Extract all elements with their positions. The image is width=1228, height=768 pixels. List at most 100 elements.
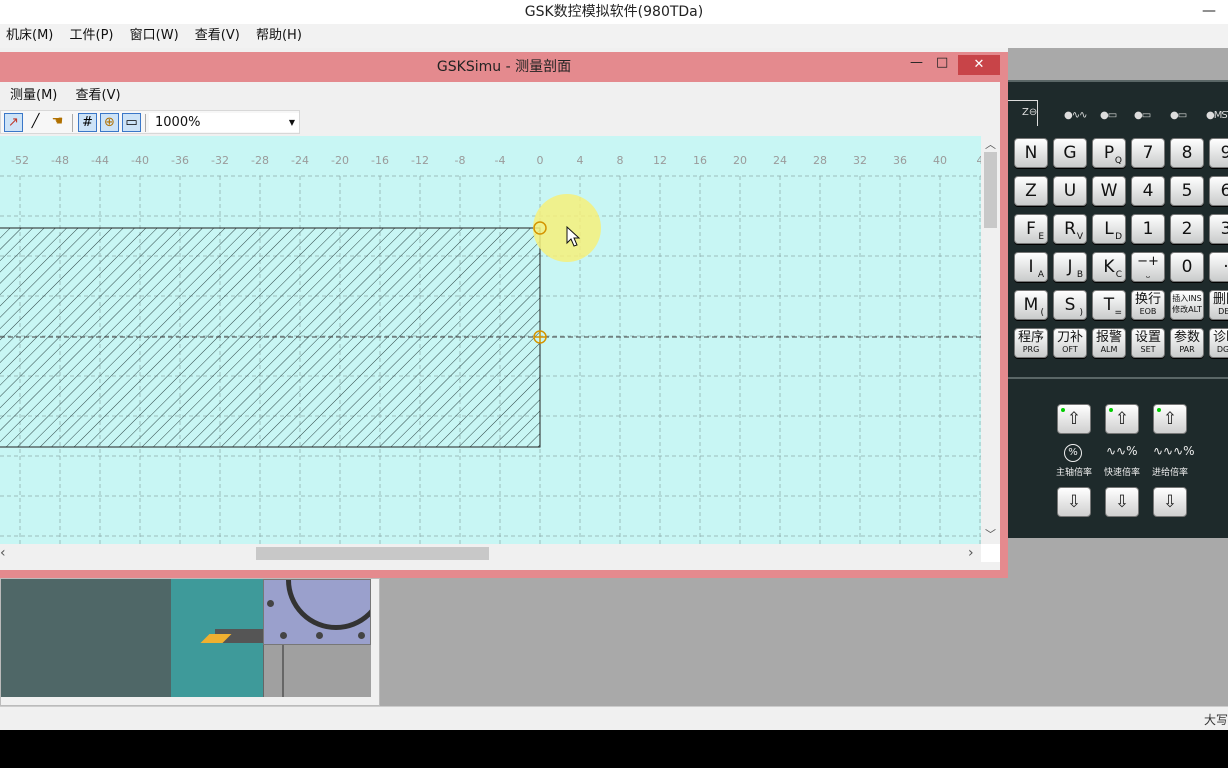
grid-icon[interactable]: # [78,113,97,132]
key-5-2[interactable]: 报警 ALM [1092,328,1126,358]
key-2-3[interactable]: 1 [1131,214,1165,244]
screen-border [0,730,1228,768]
key-sublabel: ) [1079,308,1083,318]
menu-machine[interactable]: 机床(M) [6,24,53,48]
key-0-2[interactable]: PQ [1092,138,1126,168]
hand-icon[interactable]: ☚ [48,113,67,132]
rapid-override-up-button[interactable]: ⇧ [1105,404,1139,434]
key-2-5[interactable]: 3 [1209,214,1228,244]
key-3-0[interactable]: IA [1014,252,1048,282]
caps-status: 大写 [1203,713,1228,727]
ruler-tick-label: -32 [211,154,229,167]
scroll-right-icon[interactable]: › [968,545,974,561]
key-3-3[interactable]: −+ ⎵ [1131,252,1165,282]
feed-override-down-button[interactable]: ⇩ [1153,487,1187,517]
vertical-scroll-thumb[interactable] [984,152,997,228]
key-0-5[interactable]: 9 [1209,138,1228,168]
mst-led-icon: ●MST [1206,110,1228,121]
key-1-3[interactable]: 4 [1131,176,1165,206]
menu-measure[interactable]: 测量(M) [10,85,57,107]
key-4-2[interactable]: T = [1092,290,1126,320]
key-5-0[interactable]: 程序 PRG [1014,328,1048,358]
key-4-3[interactable]: 换行 EOB [1131,290,1165,320]
child-close-button[interactable]: ✕ [958,55,1000,75]
feed-override-up-button[interactable]: ⇧ [1153,404,1187,434]
key-label: 删除 [1212,292,1228,307]
menu-help[interactable]: 帮助(H) [256,24,302,48]
key-3-4[interactable]: 0 [1170,252,1204,282]
menu-view[interactable]: 查看(V) [195,24,240,48]
down-arrow-icon: ⇩ [1162,492,1178,512]
scroll-left-icon[interactable]: ‹ [0,545,6,561]
key-1-4[interactable]: 5 [1170,176,1204,206]
pencil-icon[interactable]: ╱ [26,113,45,132]
profile-canvas[interactable]: -52 -48 -44 -40 -36 -32 -28 -24 -20 -16 -12 -8 -4 0 4 8… [0,136,981,544]
key-0-0[interactable]: N [1014,138,1048,168]
chevron-down-icon[interactable]: ▼ [289,113,295,132]
hatch-icon[interactable]: ▭ [122,113,141,132]
key-label: U [1063,181,1077,201]
key-2-2[interactable]: LD [1092,214,1126,244]
key-sublabel: DEL [1218,307,1228,316]
key-4-1[interactable]: S) [1053,290,1087,320]
chuck-bolt [280,632,287,639]
key-4-5[interactable]: 删除DEL [1209,290,1228,320]
key-1-2[interactable]: W [1092,176,1126,206]
key-3-1[interactable]: JB [1053,252,1087,282]
key-sublabel: A [1037,270,1044,280]
key-4-0[interactable]: M( [1014,290,1048,320]
ruler-tick-label: 4 [577,154,584,167]
rapid-override-down-button[interactable]: ⇩ [1105,487,1139,517]
key-2-4[interactable]: 2 [1170,214,1204,244]
spindle-override-up-button[interactable]: ⇧ [1057,404,1091,434]
spindle-rate-label: 主轴倍率 [1056,468,1093,478]
key-label: 诊断 [1212,330,1228,345]
scroll-down-icon[interactable]: ﹀ [985,526,996,542]
child-titlebar[interactable]: GSKSimu - 测量剖面 [0,52,1008,82]
menu-window[interactable]: 窗口(W) [130,24,179,48]
key-label: P [1103,143,1115,163]
key-label: Z [1025,181,1037,201]
key-label: I [1028,257,1034,277]
key-5-1[interactable]: 刀补 OFT [1053,328,1087,358]
key-0-3[interactable]: 7 [1131,138,1165,168]
spindle-override-down-button[interactable]: ⇩ [1057,487,1091,517]
horizontal-scroll-thumb[interactable] [256,547,489,560]
measure-line-icon[interactable]: ↗ [4,113,23,132]
vertical-scrollbar[interactable]: ︿ ﹀ [981,136,1000,544]
key-2-1[interactable]: RV [1053,214,1087,244]
key-1-0[interactable]: Z [1014,176,1048,206]
key-3-5[interactable]: · [1209,252,1228,282]
key-5-5[interactable]: 诊断DGN [1209,328,1228,358]
key-3-2[interactable]: KC [1092,252,1126,282]
key-0-1[interactable]: G [1053,138,1087,168]
key-sublabel: PRG [1022,345,1040,354]
child-maximize-icon[interactable]: □ [936,55,948,70]
key-5-3[interactable]: 设置 SET [1131,328,1165,358]
key-sublabel: E [1038,232,1044,242]
key-4-4[interactable]: 插入INS 修改ALT [1170,290,1204,320]
menu-workpiece[interactable]: 工件(P) [70,24,114,48]
key-1-5[interactable]: 6 [1209,176,1228,206]
toolbar-separator [72,114,73,132]
menu-child-view[interactable]: 查看(V) [76,85,121,107]
horizontal-scrollbar[interactable]: ‹ › [0,544,981,562]
scroll-up-icon[interactable]: ︿ [985,136,996,152]
key-label: 7 [1142,143,1154,163]
key-5-4[interactable]: 参数 PAR [1170,328,1204,358]
zoom-select[interactable]: 1000% ▼ [149,113,299,132]
lube-led-icon: ●▭ [1134,110,1151,121]
key-1-1[interactable]: U [1053,176,1087,206]
key-0-4[interactable]: 8 [1170,138,1204,168]
floor-divider [282,645,284,697]
target-icon[interactable]: ⊕ [100,113,119,132]
ruler-tick-label: 32 [853,154,867,167]
key-label: 设置 [1134,330,1161,345]
key-label: W [1100,181,1118,201]
measure-profile-window: GSKSimu - 测量剖面 — □ ✕ 测量(M) 查看(V) ↗ ╱ ☚ #… [0,52,1008,578]
child-minimize-icon[interactable]: — [910,55,923,70]
key-2-0[interactable]: FE [1014,214,1048,244]
minimize-icon[interactable]: — [1202,0,1216,22]
chuck-bolt [267,600,274,607]
up-arrow-icon: ⇧ [1114,409,1130,429]
